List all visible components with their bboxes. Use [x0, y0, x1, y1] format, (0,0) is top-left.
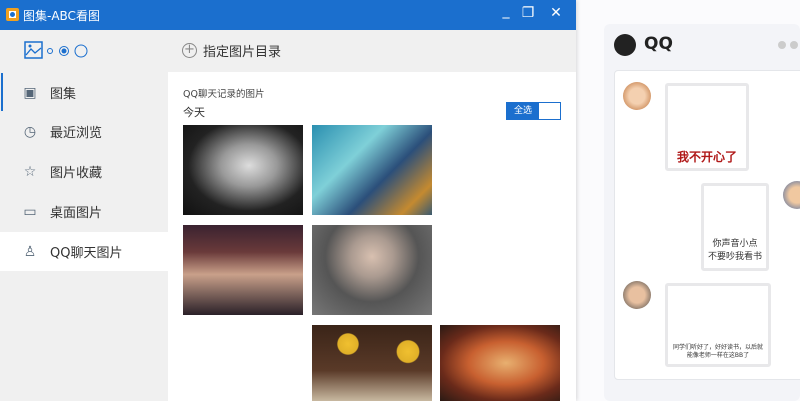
chat-sticker: 我不开心了: [665, 83, 749, 171]
chat-sticker: 你声音小点 不要吵我看书: [701, 183, 769, 271]
qq-logo-icon: [614, 34, 636, 56]
sidebar-item-label: 桌面图片: [50, 206, 103, 221]
image-thumbnail[interactable]: [312, 325, 432, 401]
select-all-toggle[interactable]: 全选: [506, 102, 561, 120]
sticker-caption: 我不开心了: [676, 150, 737, 164]
star-icon: ☆: [23, 163, 37, 180]
sidebar-item-label: QQ聊天图片: [50, 246, 123, 261]
plus-icon: +: [182, 43, 197, 58]
avatar: [783, 181, 800, 209]
more-dots-icon: [778, 41, 798, 49]
qq-chat-preview: QQ 我不开心了 你声音小点 不要吵我看书 同学们听好了，好好读书，以后就能像老…: [604, 24, 800, 401]
sidebar-item-recent[interactable]: ◷ 最近浏览: [0, 112, 168, 151]
restore-button[interactable]: ❐: [518, 5, 538, 21]
monitor-icon: ▭: [23, 203, 37, 220]
clock-icon: ◷: [23, 123, 37, 140]
image-thumbnail[interactable]: [183, 225, 303, 315]
image-thumbnail[interactable]: [312, 225, 432, 315]
chat-sticker: 同学们听好了，好好读书，以后就能像老师一样在这BB了: [665, 283, 771, 367]
album-icon: ▣: [23, 84, 37, 101]
minimize-button[interactable]: _: [496, 3, 516, 19]
view-mode-icon[interactable]: [24, 40, 94, 60]
sidebar-item-qq-chat[interactable]: ♙ QQ聊天图片: [0, 232, 168, 271]
app-logo-icon: [6, 8, 19, 21]
image-grid-panel: QQ聊天记录的图片 今天 全选: [168, 72, 576, 401]
add-directory-label: 指定图片目录: [203, 45, 282, 60]
title-bar: 图集-ABC看图 _ ❐ ✕: [0, 0, 576, 30]
app-window: 图集-ABC看图 _ ❐ ✕ + 指定图片目录 ▣ 图集 ◷ 最近浏览 ☆ 图片…: [0, 0, 576, 401]
sidebar-item-favorites[interactable]: ☆ 图片收藏: [0, 152, 168, 191]
add-directory-button[interactable]: + 指定图片目录: [182, 41, 281, 60]
window-title: 图集-ABC看图: [23, 9, 100, 23]
sidebar-item-album[interactable]: ▣ 图集: [0, 73, 168, 112]
avatar: [623, 281, 651, 309]
chat-area: 我不开心了 你声音小点 不要吵我看书 同学们听好了，好好读书，以后就能像老师一样…: [614, 70, 800, 380]
date-group-label: 今天: [183, 106, 205, 119]
image-thumbnail[interactable]: [312, 125, 432, 215]
sidebar-item-label: 图集: [50, 87, 77, 102]
qq-icon: ♙: [23, 243, 37, 260]
sidebar-item-desktop[interactable]: ▭ 桌面图片: [0, 192, 168, 231]
avatar: [623, 82, 651, 110]
select-all-label: 全选: [507, 103, 539, 119]
close-button[interactable]: ✕: [546, 5, 566, 21]
source-label: QQ聊天记录的图片: [183, 89, 265, 100]
image-thumbnail[interactable]: [183, 125, 303, 215]
image-thumbnail[interactable]: [440, 325, 560, 401]
sticker-caption: 你声音小点 不要吵我看书: [707, 239, 762, 262]
sticker-caption: 同学们听好了，好好读书，以后就能像老师一样在这BB了: [672, 344, 763, 359]
sidebar-item-label: 图片收藏: [50, 166, 103, 181]
qq-title: QQ: [644, 34, 673, 54]
sidebar-item-label: 最近浏览: [50, 126, 103, 141]
